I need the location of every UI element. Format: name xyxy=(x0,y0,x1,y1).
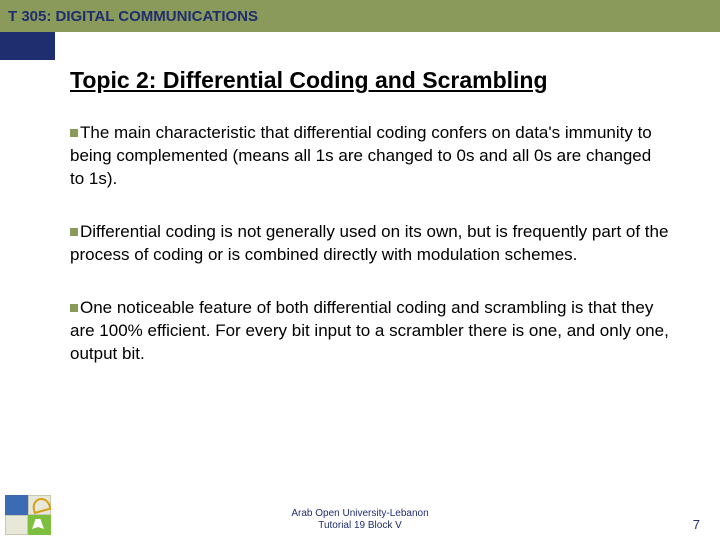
bullet-icon xyxy=(70,304,78,312)
footer-line2: Tutorial 19 Block V xyxy=(318,520,402,531)
bullet-3-text: One noticeable feature of both different… xyxy=(70,298,669,363)
bullet-2: Differential coding is not generally use… xyxy=(70,221,670,267)
bullet-icon xyxy=(70,129,78,137)
slide-header: T 305: DIGITAL COMMUNICATIONS xyxy=(0,0,720,32)
bullet-1-text: The main characteristic that differentia… xyxy=(70,123,652,188)
footer-text: Arab Open University-Lebanon Tutorial 19… xyxy=(0,508,720,532)
bullet-icon xyxy=(70,228,78,236)
topic-title: Topic 2: Differential Coding and Scrambl… xyxy=(70,67,670,94)
bullet-3: One noticeable feature of both different… xyxy=(70,297,670,366)
bullet-1: The main characteristic that differentia… xyxy=(70,122,670,191)
footer-line1: Arab Open University-Lebanon xyxy=(291,508,428,519)
page-number: 7 xyxy=(693,517,700,532)
bullet-2-text: Differential coding is not generally use… xyxy=(70,222,668,264)
slide-content: Topic 2: Differential Coding and Scrambl… xyxy=(55,32,700,500)
accent-block xyxy=(0,32,55,60)
course-code: T 305: DIGITAL COMMUNICATIONS xyxy=(8,8,258,25)
